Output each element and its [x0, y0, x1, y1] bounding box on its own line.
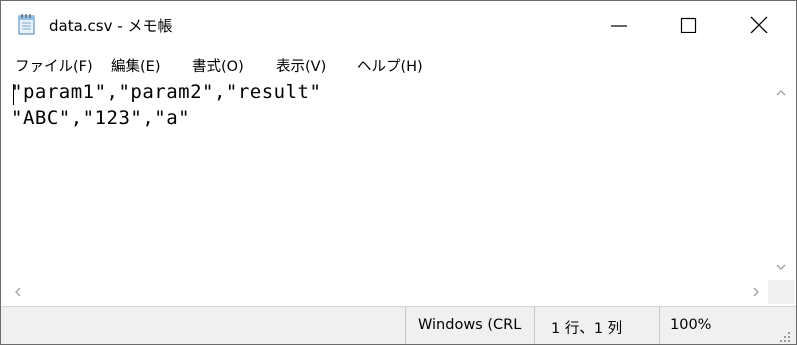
menu-help[interactable]: ヘルプ(H): [357, 55, 423, 76]
minimize-button[interactable]: [591, 1, 647, 47]
menu-view[interactable]: 表示(V): [276, 55, 326, 76]
editor-line: "param1","param2","result": [11, 81, 322, 103]
text-caret: [13, 84, 14, 105]
menu-format[interactable]: 書式(O): [192, 55, 244, 76]
status-position-segment: 1 行、1 列: [534, 307, 659, 344]
close-icon: [750, 16, 768, 33]
title-bar[interactable]: data.csv - メモ帳: [1, 1, 796, 47]
scroll-left-icon[interactable]: [13, 287, 23, 297]
notepad-icon: [18, 14, 35, 35]
menu-bar: ファイル(F) 編集(E) 書式(O) 表示(V) ヘルプ(H): [1, 51, 796, 79]
status-encoding: Windows (CRL: [418, 317, 522, 333]
text-editor[interactable]: "param1","param2","result" "ABC","123","…: [5, 79, 768, 280]
horizontal-scrollbar[interactable]: [5, 280, 768, 304]
scroll-down-icon[interactable]: [776, 262, 786, 272]
maximize-icon: [680, 17, 697, 33]
editor-line: "ABC","123","a": [11, 107, 191, 129]
status-zoom: 100%: [670, 317, 712, 333]
vertical-scrollbar[interactable]: [768, 79, 794, 280]
maximize-button[interactable]: [661, 1, 717, 47]
status-bar: Windows (CRL 1 行、1 列 100%: [1, 306, 796, 344]
menu-edit[interactable]: 編集(E): [111, 55, 160, 76]
notepad-window: data.csv - メモ帳 ファイル(F) 編集(E) 書式(O) 表示(V)…: [0, 0, 797, 345]
scroll-up-icon[interactable]: [776, 88, 786, 98]
window-title: data.csv - メモ帳: [49, 17, 173, 35]
status-position: 1 行、1 列: [551, 321, 623, 337]
scrollbar-corner: [768, 280, 794, 304]
minimize-icon: [611, 25, 627, 27]
menu-file[interactable]: ファイル(F): [15, 55, 93, 76]
scroll-right-icon[interactable]: [751, 287, 761, 297]
status-encoding-segment: Windows (CRL: [405, 307, 534, 344]
close-button[interactable]: [731, 1, 787, 47]
resize-grip-icon[interactable]: [777, 329, 791, 343]
